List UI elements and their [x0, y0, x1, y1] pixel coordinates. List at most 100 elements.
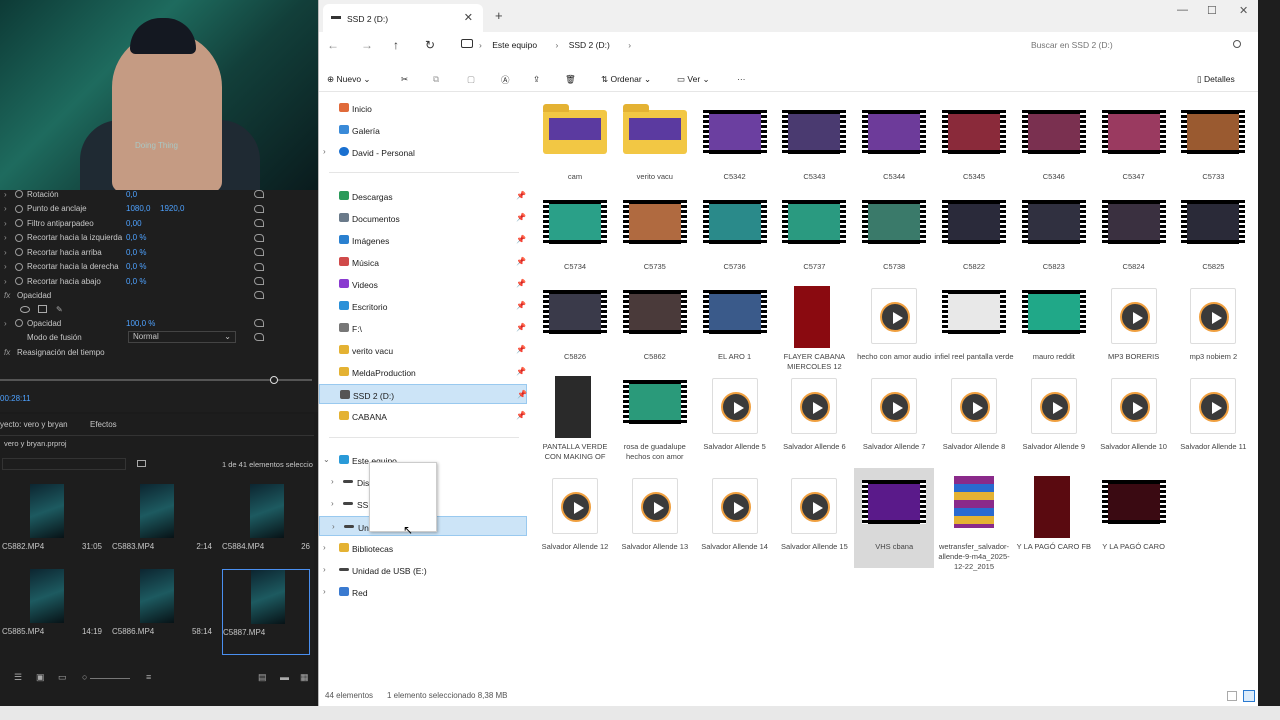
new-bin-icon[interactable]: ▬: [280, 672, 289, 682]
bin-icon[interactable]: [137, 460, 146, 467]
chevron-down-icon[interactable]: ⌄: [323, 455, 330, 464]
expand-arrow-icon[interactable]: ›: [4, 190, 7, 199]
sort-icon[interactable]: ≡: [146, 672, 151, 682]
tab-ssd2[interactable]: SSD 2 (D:) ✕: [323, 4, 483, 32]
file-item[interactable]: Salvador Allende 8: [934, 368, 1014, 468]
view-button[interactable]: ▭ Ver ⌄: [677, 74, 710, 85]
reset-icon[interactable]: [254, 233, 264, 242]
file-item[interactable]: Salvador Allende 6: [774, 368, 854, 468]
reset-icon[interactable]: [254, 219, 264, 227]
file-item[interactable]: C5825: [1173, 188, 1253, 288]
effect-value[interactable]: 0,0 %: [126, 277, 146, 286]
minimize-icon[interactable]: —: [1177, 4, 1188, 16]
forward-icon[interactable]: →: [361, 38, 373, 52]
project-search-input[interactable]: [2, 458, 126, 470]
nav-pinned-item[interactable]: MeldaProduction 📌: [319, 362, 527, 382]
nav-pinned-item[interactable]: SSD 2 (D:) 📌: [319, 384, 527, 404]
nav-pinned-item[interactable]: Música 📌: [319, 252, 527, 272]
chevron-right-icon[interactable]: ›: [323, 543, 326, 552]
nav-onedrive[interactable]: › David - Personal: [319, 142, 527, 162]
chevron-right-icon[interactable]: ›: [332, 522, 335, 531]
file-item[interactable]: C5862: [615, 278, 695, 378]
chevron-right-icon[interactable]: ›: [323, 565, 326, 574]
new-button[interactable]: ⊕ Nuevo ⌄: [327, 74, 371, 85]
file-item[interactable]: Salvador Allende 9: [1014, 368, 1094, 468]
chevron-right-icon[interactable]: ›: [323, 147, 326, 156]
file-item[interactable]: rosa de guadalupe hechos con amor: [615, 368, 695, 468]
nav-pinned-item[interactable]: F:\ 📌: [319, 318, 527, 338]
stopwatch-icon[interactable]: [15, 233, 23, 242]
file-item[interactable]: C5822: [934, 188, 1014, 288]
expand-arrow-icon[interactable]: ›: [4, 248, 7, 257]
nav-pinned-item[interactable]: Imágenes 📌: [319, 230, 527, 250]
time-remap-row[interactable]: fx Reasignación del tiempo: [0, 345, 318, 359]
expand-arrow-icon[interactable]: ›: [4, 262, 7, 271]
opacity-value[interactable]: 100,0 %: [126, 319, 155, 328]
stopwatch-icon[interactable]: [15, 277, 23, 285]
new-item-icon[interactable]: ▦: [300, 672, 309, 683]
refresh-icon[interactable]: ↻: [425, 38, 435, 52]
project-clip[interactable]: C5886.MP4 58:14: [112, 569, 212, 655]
zoom-slider[interactable]: [0, 376, 312, 384]
file-item[interactable]: verito vacu: [615, 98, 695, 198]
file-item[interactable]: C5343: [774, 98, 854, 198]
freeform-view-icon[interactable]: ▭: [58, 672, 67, 683]
nav-pinned-item[interactable]: Escritorio 📌: [319, 296, 527, 316]
file-item[interactable]: Salvador Allende 14: [695, 468, 775, 568]
breadcrumb-ssd2[interactable]: SSD 2 (D:): [569, 40, 610, 50]
zoom-slider-track[interactable]: [90, 678, 130, 679]
file-item[interactable]: C5738: [854, 188, 934, 288]
file-item[interactable]: C5826: [535, 278, 615, 378]
file-item[interactable]: mauro reddit: [1014, 278, 1094, 378]
close-window-icon[interactable]: ✕: [1239, 4, 1248, 17]
file-item[interactable]: C5346: [1014, 98, 1094, 198]
file-item[interactable]: wetransfer_salvador-allende-9-m4a_2025-1…: [934, 468, 1014, 571]
file-item[interactable]: C5823: [1014, 188, 1094, 288]
expand-arrow-icon[interactable]: ›: [4, 219, 7, 228]
file-item[interactable]: C5737: [774, 188, 854, 288]
project-clip[interactable]: C5884.MP4 26: [222, 484, 310, 570]
close-tab-icon[interactable]: ✕: [464, 11, 473, 24]
reset-icon[interactable]: [254, 333, 264, 341]
file-item[interactable]: hecho con amor audio: [854, 278, 934, 378]
stopwatch-icon[interactable]: [15, 262, 23, 271]
file-item[interactable]: C5344: [854, 98, 934, 198]
sort-button[interactable]: ⇅ Ordenar ⌄: [601, 74, 651, 85]
search-icon[interactable]: [1233, 40, 1241, 48]
pin-icon[interactable]: 📌: [516, 191, 526, 200]
nav-pinned-item[interactable]: Documentos 📌: [319, 208, 527, 228]
file-item[interactable]: Salvador Allende 7: [854, 368, 934, 468]
pc-icon[interactable]: [461, 39, 473, 48]
cut-icon[interactable]: ✂: [401, 74, 408, 85]
nav-pinned-item[interactable]: Descargas 📌: [319, 186, 527, 206]
effect-value[interactable]: 0,0 %: [126, 248, 146, 257]
reset-icon[interactable]: [254, 277, 264, 285]
pin-icon[interactable]: 📌: [516, 345, 526, 354]
expand-arrow-icon[interactable]: ›: [4, 319, 7, 328]
file-item[interactable]: C5735: [615, 188, 695, 288]
project-clip[interactable]: C5887.MP4: [222, 569, 310, 655]
pin-icon[interactable]: 📌: [516, 279, 526, 288]
file-item[interactable]: C5345: [934, 98, 1014, 198]
search-input[interactable]: [1019, 36, 1247, 54]
file-item[interactable]: C5824: [1094, 188, 1174, 288]
tab-project[interactable]: yecto: vero y bryan: [0, 420, 68, 429]
file-item[interactable]: Salvador Allende 15: [774, 468, 854, 568]
nav-pinned-item[interactable]: CABANA 📌: [319, 406, 527, 426]
breadcrumb-this-pc[interactable]: Este equipo: [492, 40, 537, 50]
automate-icon[interactable]: ▤: [258, 672, 267, 683]
maximize-icon[interactable]: ☐: [1207, 4, 1217, 17]
pin-icon[interactable]: 📌: [516, 301, 526, 310]
file-item[interactable]: C5347: [1094, 98, 1174, 198]
rect-mask-icon[interactable]: [38, 305, 47, 313]
nav-gallery[interactable]: Galería: [319, 120, 527, 140]
back-icon[interactable]: ←: [327, 38, 339, 52]
file-item[interactable]: MP3 BORERIS: [1094, 278, 1174, 378]
pin-icon[interactable]: 📌: [517, 390, 527, 399]
file-item[interactable]: Salvador Allende 12: [535, 468, 615, 568]
file-item[interactable]: Salvador Allende 5: [695, 368, 775, 468]
stopwatch-icon[interactable]: [15, 190, 23, 198]
nav-network[interactable]: › Red: [319, 582, 527, 602]
nav-pinned-item[interactable]: verito vacu 📌: [319, 340, 527, 360]
zoom-icon[interactable]: ○: [82, 672, 87, 682]
